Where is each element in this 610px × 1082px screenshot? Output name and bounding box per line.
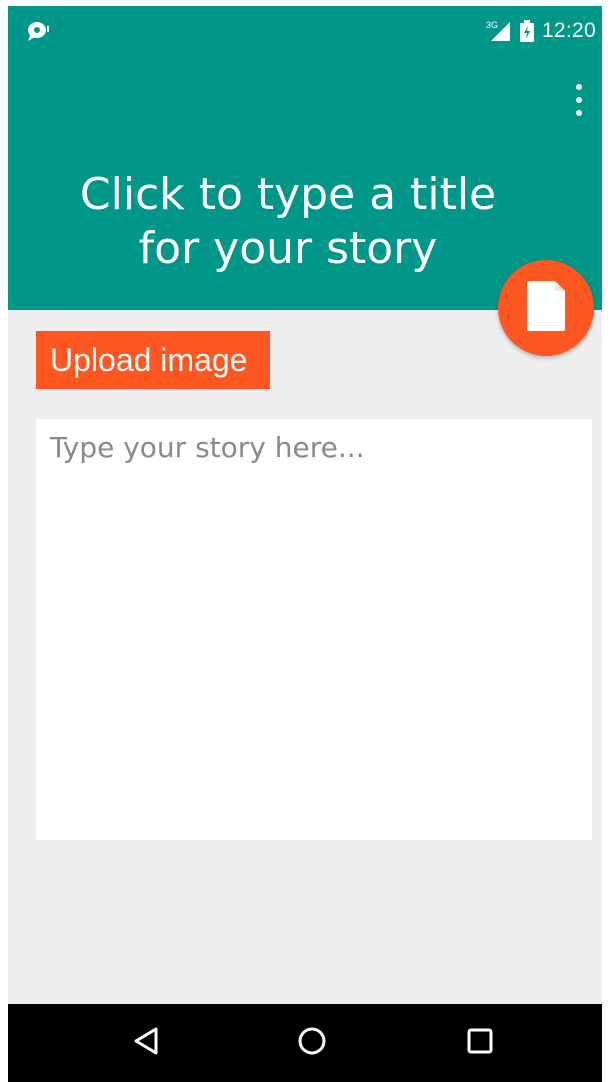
story-title-line-2: for your story <box>138 223 438 274</box>
status-icons: 3G 12:20 <box>486 18 596 44</box>
home-button[interactable] <box>292 1023 332 1063</box>
back-icon <box>132 1026 160 1061</box>
notification-icon <box>26 20 50 42</box>
story-placeholder: Type your story here... <box>50 431 365 464</box>
status-time: 12:20 <box>541 19 596 42</box>
app-screen: 3G 12:20 Click to type a title for your … <box>8 6 602 1082</box>
app-header: 3G 12:20 Click to type a title for your … <box>8 6 602 310</box>
back-button[interactable] <box>126 1023 166 1063</box>
home-icon <box>297 1026 327 1061</box>
status-bar: 3G 12:20 <box>8 6 602 56</box>
navigation-bar <box>8 1004 602 1082</box>
story-input[interactable]: Type your story here... <box>36 419 592 840</box>
save-story-fab[interactable] <box>498 260 594 356</box>
document-icon <box>525 279 567 338</box>
signal-3g-icon: 3G <box>486 20 512 42</box>
battery-charging-icon <box>519 20 534 42</box>
recents-button[interactable] <box>460 1023 500 1063</box>
story-title-line-1: Click to type a title <box>79 169 497 220</box>
more-vertical-icon-dot <box>576 97 582 103</box>
upload-image-button[interactable]: Upload image <box>36 331 270 389</box>
more-vertical-icon <box>576 84 582 90</box>
recents-icon <box>466 1027 494 1060</box>
more-vertical-icon-dot <box>576 110 582 116</box>
more-options-button[interactable] <box>568 84 590 116</box>
story-title-field[interactable]: Click to type a title for your story <box>8 168 568 276</box>
